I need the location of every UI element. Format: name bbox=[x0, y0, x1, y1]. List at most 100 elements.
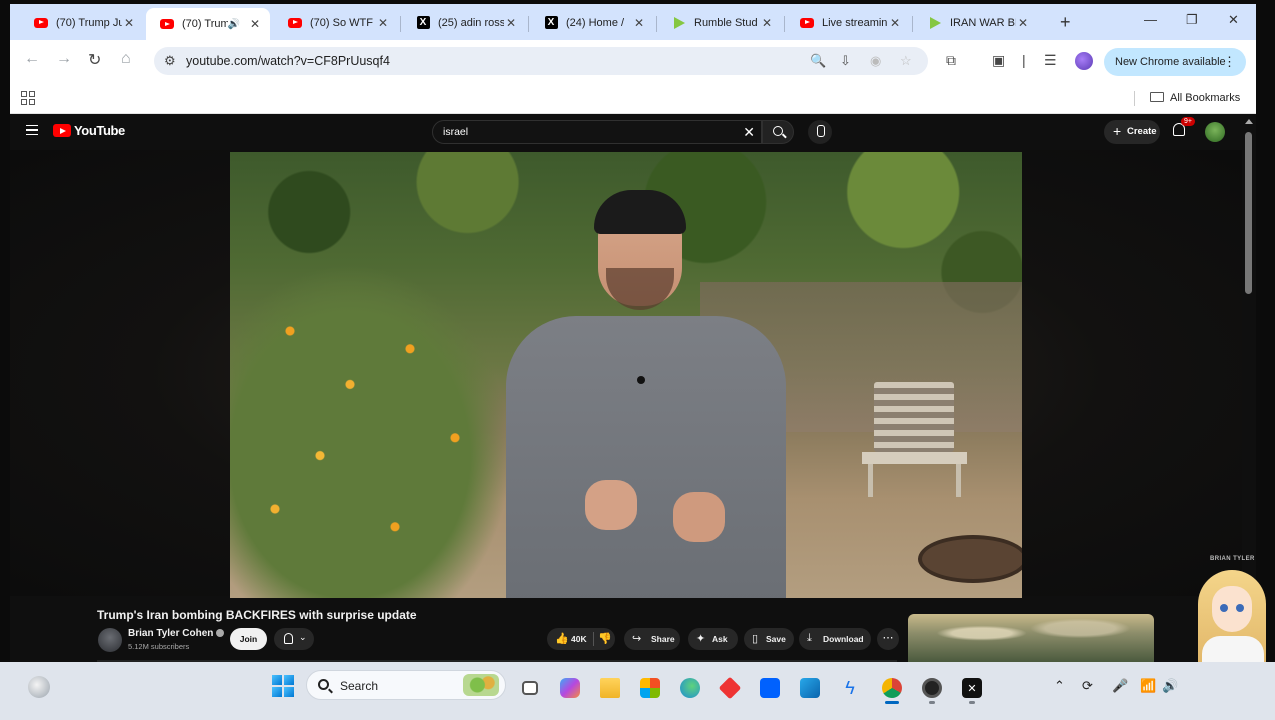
like-divider bbox=[593, 632, 594, 646]
voice-search-icon[interactable] bbox=[808, 120, 832, 144]
tab-7[interactable]: Live streamin ✕ bbox=[786, 9, 910, 36]
running-indicator bbox=[929, 701, 935, 704]
video-chair bbox=[862, 382, 972, 497]
scroll-up-icon[interactable] bbox=[1245, 119, 1253, 124]
menu-icon[interactable] bbox=[26, 125, 38, 135]
youtube-favicon-icon bbox=[288, 16, 302, 30]
red-app-icon[interactable] bbox=[718, 676, 742, 700]
capcut-icon[interactable]: ✕ bbox=[960, 676, 984, 700]
search-button[interactable] bbox=[762, 120, 794, 144]
obs-icon[interactable] bbox=[920, 676, 944, 700]
file-explorer-icon[interactable] bbox=[598, 676, 622, 700]
close-window-icon[interactable]: ✕ bbox=[1228, 12, 1239, 28]
minimize-icon[interactable]: — bbox=[1144, 12, 1157, 27]
clear-search-icon[interactable]: ✕ bbox=[743, 124, 755, 141]
tab-title: Live streamin bbox=[822, 16, 888, 29]
profile-avatar[interactable] bbox=[1075, 52, 1093, 70]
site-info-icon[interactable]: ⚙ bbox=[164, 53, 176, 69]
tab-6[interactable]: Rumble Stud ✕ bbox=[658, 9, 782, 36]
taskbar-search[interactable]: Search bbox=[306, 670, 506, 700]
weather-widget-icon[interactable] bbox=[28, 676, 50, 698]
close-tab-icon[interactable]: ✕ bbox=[1016, 16, 1030, 30]
recommended-video-thumbnail[interactable] bbox=[908, 614, 1154, 662]
new-chrome-label: New Chrome available bbox=[1115, 56, 1226, 68]
subscription-bell-button[interactable]: ⌄ bbox=[274, 628, 314, 650]
video-player[interactable] bbox=[230, 152, 1022, 598]
speaker-icon[interactable]: 🔊 bbox=[228, 19, 240, 30]
close-tab-icon[interactable]: ✕ bbox=[760, 16, 774, 30]
tab-5[interactable]: X (24) Home / ✕ bbox=[530, 9, 654, 36]
x-favicon-icon: X bbox=[416, 16, 430, 30]
close-tab-icon[interactable]: ✕ bbox=[632, 16, 646, 30]
bookmark-star-icon[interactable]: ☆ bbox=[900, 53, 912, 69]
tab-2-active[interactable]: (70) Trum 🔊 ✕ bbox=[146, 8, 270, 40]
verified-icon bbox=[216, 629, 225, 637]
join-button[interactable]: Join bbox=[230, 628, 267, 650]
ask-button[interactable]: ✦ Ask bbox=[688, 628, 738, 650]
save-button[interactable]: ▯ Save bbox=[744, 628, 794, 650]
ask-label: Ask bbox=[712, 634, 728, 644]
bookmarks-bar: All Bookmarks bbox=[10, 82, 1256, 114]
lightning-app-icon[interactable]: ϟ bbox=[838, 676, 862, 700]
browser-window: (70) Trump Ju ✕ (70) Trum 🔊 ✕ (70) So WT… bbox=[10, 4, 1256, 662]
microsoft-store-icon[interactable] bbox=[638, 676, 662, 700]
youtube-logo-icon bbox=[53, 124, 71, 137]
tab-title: (24) Home / bbox=[566, 16, 625, 29]
forward-icon[interactable]: → bbox=[56, 50, 72, 68]
new-tab-icon[interactable]: + bbox=[1060, 12, 1071, 33]
reload-icon[interactable]: ↻ bbox=[88, 50, 101, 70]
close-tab-icon[interactable]: ✕ bbox=[504, 16, 518, 30]
create-button[interactable]: + Create bbox=[1104, 120, 1160, 144]
back-icon[interactable]: ← bbox=[24, 50, 40, 68]
tab-separator bbox=[912, 16, 913, 32]
tab-3[interactable]: (70) So WTF ✕ bbox=[274, 9, 398, 36]
wifi-icon[interactable]: 📶 bbox=[1140, 678, 1156, 694]
apps-grid-icon[interactable] bbox=[21, 91, 35, 105]
scrollbar-thumb[interactable] bbox=[1245, 132, 1252, 294]
close-tab-icon[interactable]: ✕ bbox=[376, 16, 390, 30]
chrome-icon[interactable] bbox=[880, 676, 904, 700]
dislike-icon[interactable]: 👎 bbox=[598, 632, 612, 645]
outlook-icon[interactable] bbox=[798, 676, 822, 700]
address-bar[interactable]: ⚙ youtube.com/watch?v=CF8PrUusqf4 🔍 ⇩ ◉ … bbox=[154, 47, 928, 75]
youtube-logo[interactable]: YouTube bbox=[53, 123, 125, 138]
install-app-icon[interactable]: ⇩ bbox=[840, 53, 851, 69]
tab-8[interactable]: IRAN WAR BE ✕ bbox=[914, 9, 1038, 36]
task-view-icon[interactable] bbox=[518, 676, 542, 700]
microphone-icon[interactable]: 🎤 bbox=[1112, 678, 1128, 694]
share-icon: ↪ bbox=[632, 633, 642, 645]
youtube-favicon-icon bbox=[34, 16, 48, 30]
create-label: Create bbox=[1127, 126, 1157, 137]
close-tab-icon[interactable]: ✕ bbox=[248, 17, 262, 31]
close-tab-icon[interactable]: ✕ bbox=[122, 16, 136, 30]
share-button[interactable]: ↪ Share bbox=[624, 628, 680, 650]
volume-icon[interactable]: 🔊 bbox=[1162, 678, 1178, 694]
tab-4[interactable]: X (25) adin ross ✕ bbox=[402, 9, 526, 36]
dropbox-icon[interactable] bbox=[758, 676, 782, 700]
close-tab-icon[interactable]: ✕ bbox=[888, 16, 902, 30]
search-input[interactable]: israel ✕ bbox=[432, 120, 762, 144]
channel-avatar[interactable] bbox=[98, 628, 122, 652]
zoom-icon[interactable]: 🔍 bbox=[810, 53, 826, 69]
copilot-icon[interactable] bbox=[558, 676, 582, 700]
all-bookmarks-button[interactable]: All Bookmarks bbox=[1150, 92, 1240, 104]
extensions-icon[interactable]: ⧉ bbox=[946, 52, 956, 69]
edge-browser-icon[interactable] bbox=[678, 676, 702, 700]
account-avatar[interactable] bbox=[1205, 122, 1225, 142]
more-actions-icon[interactable]: ⋯ bbox=[877, 628, 899, 650]
tab-search-icon[interactable]: ☰ bbox=[1044, 52, 1057, 69]
reading-mode-icon[interactable]: ◉ bbox=[870, 53, 881, 69]
like-count[interactable]: 40K bbox=[571, 634, 587, 644]
more-menu-icon[interactable]: ⋮ bbox=[1223, 54, 1236, 70]
like-icon[interactable]: 👍 bbox=[555, 632, 569, 645]
media-control-icon[interactable]: ▣ bbox=[992, 52, 1005, 69]
home-icon[interactable]: ⌂ bbox=[121, 50, 131, 68]
sync-icon[interactable]: ⟳ bbox=[1082, 678, 1093, 694]
restore-icon[interactable]: ❐ bbox=[1186, 12, 1198, 28]
new-chrome-available-button[interactable]: New Chrome available ⋮ bbox=[1104, 48, 1246, 76]
show-hidden-icons-icon[interactable]: ⌃ bbox=[1054, 678, 1065, 694]
tab-1[interactable]: (70) Trump Ju ✕ bbox=[20, 9, 144, 36]
channel-name-link[interactable]: Brian Tyler Cohen bbox=[128, 628, 225, 639]
download-button[interactable]: ⤓ Download bbox=[799, 628, 871, 650]
start-menu-icon[interactable] bbox=[272, 675, 294, 697]
